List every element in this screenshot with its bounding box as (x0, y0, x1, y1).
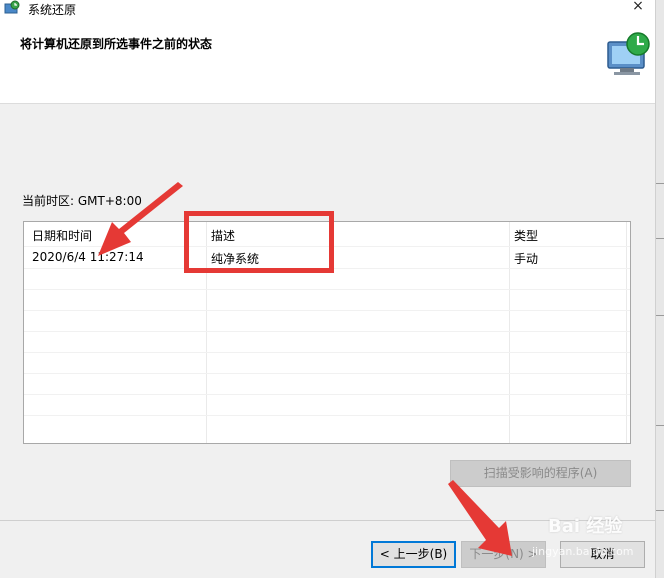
window-edge (655, 0, 664, 578)
annotation-highlight-box (184, 211, 334, 273)
restore-computer-icon (604, 30, 652, 76)
cell-type: 手动 (514, 252, 539, 266)
header-area: 系统还原 × 将计算机还原到所选事件之前的状态 (0, 0, 664, 104)
column-header-type[interactable]: 类型 (514, 227, 538, 244)
watermark-url: jingyan.baidu.com (532, 545, 634, 558)
system-restore-icon (4, 0, 20, 16)
window-title: 系统还原 (28, 3, 77, 17)
column-header-datetime[interactable]: 日期和时间 (32, 227, 92, 244)
back-button[interactable]: < 上一步(B) (371, 541, 456, 568)
page-subtitle: 将计算机还原到所选事件之前的状态 (20, 37, 213, 51)
watermark-brand: Bai 经验 (548, 516, 623, 537)
cell-datetime: 2020/6/4 11:27:14 (32, 250, 144, 264)
scan-affected-programs-button[interactable]: 扫描受影响的程序(A) (450, 460, 631, 487)
timezone-label: 当前时区: GMT+8:00 (22, 194, 142, 208)
close-icon[interactable]: × (628, 0, 648, 14)
